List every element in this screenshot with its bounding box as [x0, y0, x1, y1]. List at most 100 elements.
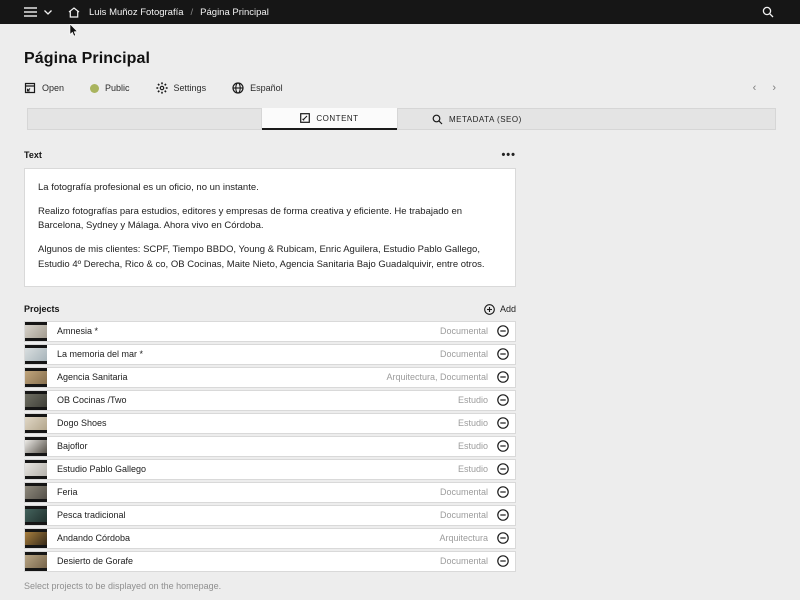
text-field-label: Text: [24, 150, 42, 160]
globe-icon: [232, 82, 244, 94]
project-row[interactable]: Agencia Sanitaria Arquitectura, Document…: [24, 367, 516, 388]
breadcrumb-separator: /: [191, 7, 194, 18]
paragraph: La fotografía profesional es un oficio, …: [38, 181, 502, 196]
project-title: Estudio Pablo Gallego: [47, 460, 458, 479]
chevron-left-icon[interactable]: ‹: [753, 83, 757, 94]
language-label: Español: [250, 83, 283, 93]
breadcrumb: Luis Muñoz Fotografía / Página Principal: [89, 7, 269, 18]
remove-circle-icon[interactable]: [497, 345, 509, 364]
project-thumbnail: [25, 506, 47, 525]
project-row[interactable]: La memoria del mar * Documental: [24, 344, 516, 365]
project-title: Desierto de Gorafe: [47, 552, 440, 571]
open-label: Open: [42, 83, 64, 93]
project-row[interactable]: Pesca tradicional Documental: [24, 505, 516, 526]
project-thumbnail: [25, 552, 47, 571]
remove-circle-icon[interactable]: [497, 552, 509, 571]
search-icon-small: [432, 114, 443, 125]
projects-list: Amnesia * Documental La memoria del mar …: [24, 321, 516, 572]
plus-circle-icon: [484, 304, 495, 315]
breadcrumb-page[interactable]: Página Principal: [200, 7, 269, 18]
paragraph: Algunos de mis clientes: SCPF, Tiempo BB…: [38, 243, 502, 272]
project-row[interactable]: Andando Córdoba Arquitectura: [24, 528, 516, 549]
remove-circle-icon[interactable]: [497, 391, 509, 410]
project-title: Amnesia *: [47, 322, 440, 341]
language-button[interactable]: Español: [232, 82, 283, 94]
chevron-down-icon[interactable]: [44, 10, 52, 15]
projects-field-label: Projects: [24, 304, 60, 314]
tab-bar: CONTENT METADATA (SEO): [27, 108, 776, 130]
project-row[interactable]: OB Cocinas /Two Estudio: [24, 390, 516, 411]
text-paragraphs: La fotografía profesional es un oficio, …: [38, 181, 502, 273]
tab-content-label: CONTENT: [316, 114, 358, 123]
project-category: Estudio: [458, 437, 488, 456]
project-category: Documental: [440, 345, 488, 364]
project-row[interactable]: Bajoflor Estudio: [24, 436, 516, 457]
tab-metadata-seo[interactable]: METADATA (SEO): [397, 108, 776, 130]
project-category: Documental: [440, 506, 488, 525]
pane-navigation: ‹ ›: [753, 83, 776, 94]
remove-circle-icon[interactable]: [497, 414, 509, 433]
project-thumbnail: [25, 414, 47, 433]
project-row[interactable]: Desierto de Gorafe Documental: [24, 551, 516, 572]
tab-metadata-label: METADATA (SEO): [449, 115, 522, 124]
project-thumbnail: [25, 391, 47, 410]
project-title: Bajoflor: [47, 437, 458, 456]
paragraph: Realizo fotografías para estudios, edito…: [38, 205, 502, 234]
project-thumbnail: [25, 437, 47, 456]
compose-icon: [300, 113, 310, 123]
status-dot: [90, 84, 99, 93]
open-button[interactable]: Open: [24, 82, 64, 94]
project-thumbnail: [25, 345, 47, 364]
project-row[interactable]: Estudio Pablo Gallego Estudio: [24, 459, 516, 480]
document-actions-row: Open Public Settings Español ‹ ›: [24, 81, 776, 95]
project-category: Estudio: [458, 391, 488, 410]
add-label: Add: [500, 304, 516, 314]
project-thumbnail: [25, 529, 47, 548]
project-category: Estudio: [458, 460, 488, 479]
project-row[interactable]: Amnesia * Documental: [24, 321, 516, 342]
chevron-right-icon[interactable]: ›: [772, 83, 776, 94]
pane-placeholder: [27, 108, 262, 130]
open-icon: [24, 82, 36, 94]
projects-help-text: Select projects to be displayed on the h…: [24, 581, 776, 591]
remove-circle-icon[interactable]: [497, 322, 509, 341]
ellipsis-icon[interactable]: •••: [501, 149, 516, 161]
project-thumbnail: [25, 460, 47, 479]
remove-circle-icon[interactable]: [497, 437, 509, 456]
project-thumbnail: [25, 483, 47, 502]
remove-circle-icon[interactable]: [497, 506, 509, 525]
project-title: Agencia Sanitaria: [47, 368, 386, 387]
top-bar: Luis Muñoz Fotografía / Página Principal: [0, 0, 800, 24]
search-icon[interactable]: [762, 6, 774, 18]
project-category: Arquitectura: [439, 529, 488, 548]
project-title: Feria: [47, 483, 440, 502]
gear-icon: [156, 82, 168, 94]
page-title: Página Principal: [24, 50, 776, 68]
project-category: Documental: [440, 552, 488, 571]
remove-circle-icon[interactable]: [497, 483, 509, 502]
project-category: Arquitectura, Documental: [386, 368, 488, 387]
text-field-header: Text •••: [24, 149, 516, 161]
tab-content[interactable]: CONTENT: [262, 108, 397, 130]
project-row[interactable]: Feria Documental: [24, 482, 516, 503]
project-title: Dogo Shoes: [47, 414, 458, 433]
publish-status[interactable]: Public: [90, 83, 130, 93]
project-row[interactable]: Dogo Shoes Estudio: [24, 413, 516, 434]
settings-button[interactable]: Settings: [156, 82, 207, 94]
project-title: OB Cocinas /Two: [47, 391, 458, 410]
project-category: Estudio: [458, 414, 488, 433]
menu-icon[interactable]: [24, 7, 37, 17]
breadcrumb-site[interactable]: Luis Muñoz Fotografía: [89, 7, 184, 18]
project-category: Documental: [440, 322, 488, 341]
add-project-button[interactable]: Add: [484, 304, 516, 315]
project-thumbnail: [25, 368, 47, 387]
remove-circle-icon[interactable]: [497, 529, 509, 548]
project-thumbnail: [25, 322, 47, 341]
text-editor[interactable]: La fotografía profesional es un oficio, …: [24, 168, 516, 287]
remove-circle-icon[interactable]: [497, 460, 509, 479]
project-title: Andando Córdoba: [47, 529, 439, 548]
home-icon[interactable]: [68, 7, 80, 18]
project-category: Documental: [440, 483, 488, 502]
remove-circle-icon[interactable]: [497, 368, 509, 387]
projects-field-header: Projects Add: [24, 304, 516, 315]
